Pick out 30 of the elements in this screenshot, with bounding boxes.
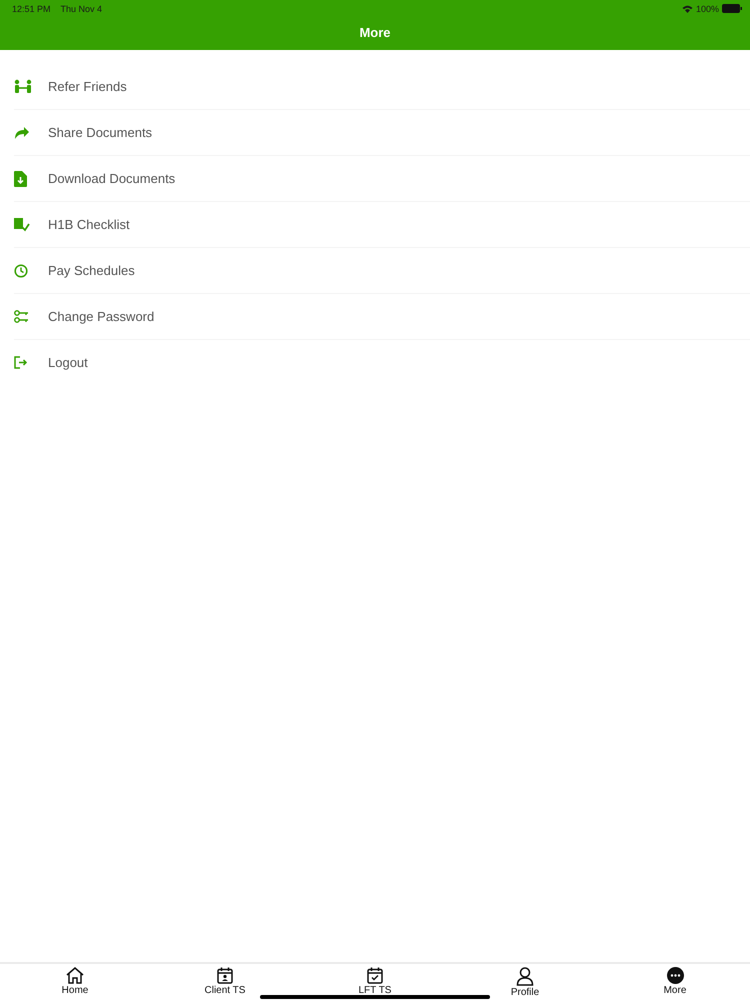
person-icon <box>516 967 534 986</box>
menu-item[interactable]: H1B Checklist <box>14 202 750 248</box>
calendar-check-icon <box>367 967 383 984</box>
keys-icon <box>14 310 29 324</box>
checklist-icon <box>14 218 30 232</box>
tab[interactable]: Client TS <box>150 964 300 1000</box>
tab[interactable]: More <box>600 964 750 1000</box>
menu-item[interactable]: Share Documents <box>14 110 750 156</box>
file-download-icon <box>14 170 27 186</box>
menu-item[interactable]: Change Password <box>14 294 750 340</box>
calendar-person-icon <box>217 967 233 984</box>
more-dots-icon <box>666 967 684 984</box>
status-time: 12:51 PM <box>12 4 51 14</box>
wifi-icon <box>682 4 693 12</box>
battery-percent: 100% <box>696 4 719 14</box>
menu-item[interactable]: Logout <box>14 340 750 385</box>
screen-title: More <box>359 25 391 40</box>
status-date: Thu Nov 4 <box>60 4 102 14</box>
tab[interactable]: Home <box>0 964 150 1000</box>
clock-icon <box>14 264 28 278</box>
share-arrow-icon <box>14 126 30 140</box>
tab[interactable]: LFT TS <box>300 964 450 1000</box>
logout-icon <box>14 356 28 369</box>
menu-item[interactable]: Refer Friends <box>14 64 750 110</box>
tab[interactable]: Profile <box>450 964 600 1000</box>
battery-icon <box>722 4 742 13</box>
menu-item[interactable]: Download Documents <box>14 156 750 202</box>
menu-item[interactable]: Pay Schedules <box>14 248 750 294</box>
people-icon <box>14 78 32 94</box>
home-icon <box>66 967 84 984</box>
